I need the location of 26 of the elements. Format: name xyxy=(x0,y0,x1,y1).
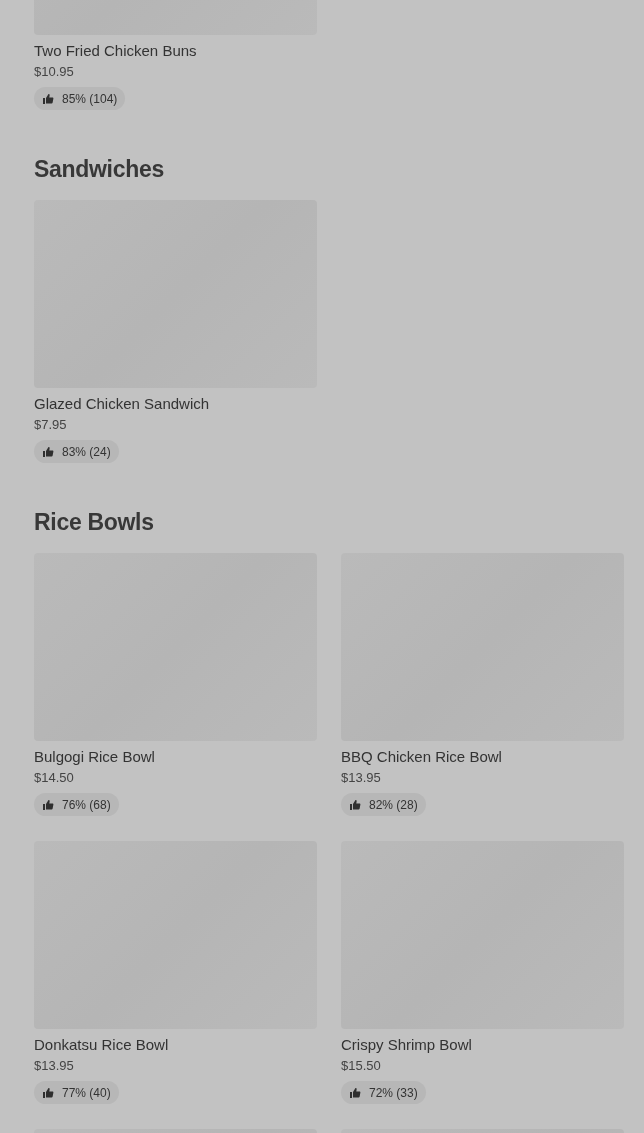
item-price: $13.95 xyxy=(34,1057,75,1075)
rating-badge: 85% (104) xyxy=(34,87,126,110)
item-name[interactable]: Two Fried Chicken Buns xyxy=(34,41,317,61)
item-price: $7.95 xyxy=(34,416,68,434)
item-name[interactable]: Bulgogi Rice Bowl xyxy=(34,747,317,767)
item-name[interactable]: Donkatsu Rice Bowl xyxy=(34,1035,317,1055)
thumbs-up-icon xyxy=(42,445,54,458)
rating-badge: 82% (28) xyxy=(341,793,426,816)
item-price: $15.50 xyxy=(341,1057,382,1075)
item-name[interactable]: Glazed Chicken Sandwich xyxy=(34,394,317,414)
thumbs-up-icon xyxy=(42,92,54,105)
item-price: $10.95 xyxy=(34,63,75,81)
thumbs-up-icon xyxy=(42,1086,54,1099)
thumbs-up-icon xyxy=(42,798,54,811)
rating-badge: 72% (33) xyxy=(341,1081,426,1104)
item-price: $14.50 xyxy=(34,769,75,787)
rating-badge: 83% (24) xyxy=(34,440,119,463)
section-heading: Rice Bowls xyxy=(34,508,155,537)
thumbs-up-icon xyxy=(349,798,361,811)
item-price: $13.95 xyxy=(341,769,382,787)
rating-badge: 77% (40) xyxy=(34,1081,119,1104)
rating-badge: 76% (68) xyxy=(34,793,119,816)
section-heading: Sandwiches xyxy=(34,155,165,184)
item-name[interactable]: BBQ Chicken Rice Bowl xyxy=(341,747,624,767)
thumbs-up-icon xyxy=(349,1086,361,1099)
item-name[interactable]: Crispy Shrimp Bowl xyxy=(341,1035,624,1055)
